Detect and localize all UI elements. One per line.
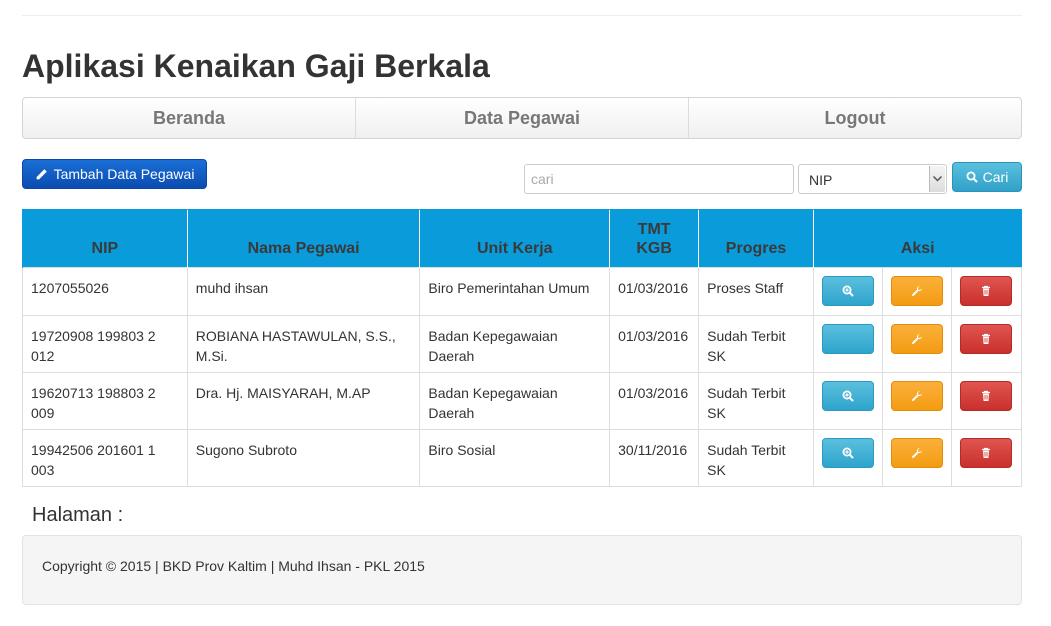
cell-progres: Sudah Terbit SK	[698, 429, 814, 487]
wrench-icon	[911, 391, 922, 402]
cell-unit: Badan Kepegawaian Daerah	[419, 315, 611, 373]
search-button[interactable]: Cari	[952, 162, 1022, 192]
column-header-tmt: TMT	[637, 221, 671, 238]
column-header-unit: Unit Kerja	[419, 209, 610, 268]
main-navbar: Beranda Data Pegawai Logout	[22, 97, 1022, 139]
cell-action-edit	[881, 429, 952, 487]
employee-table: NIP Nama Pegawai Unit Kerja TMT KGB Prog…	[22, 209, 1023, 487]
delete-button[interactable]	[960, 276, 1013, 306]
trash-icon	[982, 285, 991, 296]
search-icon	[966, 171, 978, 183]
edit-button[interactable]	[890, 324, 943, 354]
table-row: 19942506 201601 1 003 Sugono Subroto Biro …	[22, 429, 1023, 487]
cell-tmt: 01/03/2016	[609, 267, 700, 316]
trash-icon	[982, 333, 991, 344]
view-button[interactable]	[821, 276, 874, 306]
cell-progres: Proses Staff	[698, 267, 814, 316]
cell-nip: 1207055026	[22, 267, 188, 316]
cell-nip: 19620713 198803 2 009	[22, 372, 188, 430]
cell-action-edit	[881, 315, 952, 373]
zoom-in-icon	[842, 390, 854, 402]
column-header-nama: Nama Pegawai	[186, 209, 420, 268]
cell-action-delete	[950, 429, 1023, 487]
cell-action-delete	[950, 372, 1023, 430]
delete-button[interactable]	[960, 324, 1013, 354]
column-header-tmt-kgb: TMT KGB	[609, 209, 699, 268]
trash-icon	[982, 390, 991, 401]
cell-nama: muhd ihsan	[186, 267, 421, 316]
cell-progres: Sudah Terbit SK	[698, 315, 814, 373]
column-header-kgb: KGB	[636, 240, 672, 257]
column-header-aksi: Aksi	[812, 209, 1022, 268]
table-header-row: NIP Nama Pegawai Unit Kerja TMT KGB Prog…	[22, 209, 1022, 268]
cell-unit: Badan Kepegawaian Daerah	[419, 372, 611, 430]
cell-action-delete	[950, 315, 1023, 373]
edit-button[interactable]	[890, 438, 943, 468]
search-button-label: Cari	[982, 169, 1009, 185]
cell-nama: Dra. Hj. MAISYARAH, M.AP	[186, 372, 421, 430]
cell-action-view	[812, 267, 883, 316]
delete-button[interactable]	[960, 381, 1013, 411]
cell-nip: 19720908 199803 2 012	[22, 315, 188, 373]
zoom-in-icon	[842, 447, 854, 459]
top-divider	[22, 15, 1022, 16]
cell-action-edit	[881, 372, 952, 430]
footer-copyright: Copyright © 2015 | BKD Prov Kaltim | Muh…	[42, 558, 425, 574]
nav-item-beranda[interactable]: Beranda	[23, 98, 356, 138]
search-filter-select[interactable]: NIP	[798, 164, 947, 194]
cell-nama: Sugono Subroto	[186, 429, 421, 487]
cell-unit: Biro Sosial	[419, 429, 611, 487]
zoom-in-icon	[842, 285, 854, 297]
add-employee-button[interactable]: Tambah Data Pegawai	[22, 159, 207, 189]
column-header-progres: Progres	[698, 209, 814, 268]
search-filter-value: NIP	[809, 172, 833, 188]
pagination-label: Halaman :	[32, 504, 124, 526]
table-row: 19720908 199803 2 012 ROBIANA HASTAWULAN,…	[22, 315, 1023, 373]
cell-tmt: 01/03/2016	[609, 372, 700, 430]
edit-button[interactable]	[890, 276, 943, 306]
view-button[interactable]	[821, 438, 874, 468]
wrench-icon	[911, 334, 922, 345]
page-title: Aplikasi Kenaikan Gaji Berkala	[22, 48, 490, 84]
column-header-nip: NIP	[22, 209, 188, 268]
edit-button[interactable]	[890, 381, 943, 411]
table-row: 1207055026 muhd ihsan Biro Pemerintahan Um…	[22, 267, 1023, 316]
cell-action-view	[812, 372, 883, 430]
cell-tmt: 30/11/2016	[609, 429, 700, 487]
cell-nama: ROBIANA HASTAWULAN, S.S., M.Si.	[186, 315, 421, 373]
chevron-down-icon	[929, 166, 945, 192]
cell-action-view	[812, 315, 883, 373]
cell-progres: Sudah Terbit SK	[698, 372, 814, 430]
delete-button[interactable]	[960, 438, 1013, 468]
cell-action-edit	[881, 267, 952, 316]
cell-unit: Biro Pemerintahan Umum	[419, 267, 611, 316]
add-employee-label: Tambah Data Pegawai	[53, 166, 195, 182]
nav-item-logout[interactable]: Logout	[689, 98, 1021, 138]
cell-action-view	[812, 429, 883, 487]
footer: Copyright © 2015 | BKD Prov Kaltim | Muh…	[22, 535, 1022, 605]
table-row: 19620713 198803 2 009 Dra. Hj. MAISYARAH,…	[22, 372, 1023, 430]
trash-icon	[982, 447, 991, 458]
cell-tmt: 01/03/2016	[609, 315, 700, 373]
pencil-icon	[36, 168, 47, 179]
nav-item-data-pegawai[interactable]: Data Pegawai	[356, 98, 689, 138]
view-button[interactable]	[821, 381, 874, 411]
wrench-icon	[911, 286, 922, 297]
cell-nip: 19942506 201601 1 003	[22, 429, 188, 487]
wrench-icon	[911, 448, 922, 459]
cell-action-delete	[950, 267, 1023, 316]
view-button[interactable]	[821, 324, 874, 354]
search-input[interactable]	[524, 164, 794, 194]
